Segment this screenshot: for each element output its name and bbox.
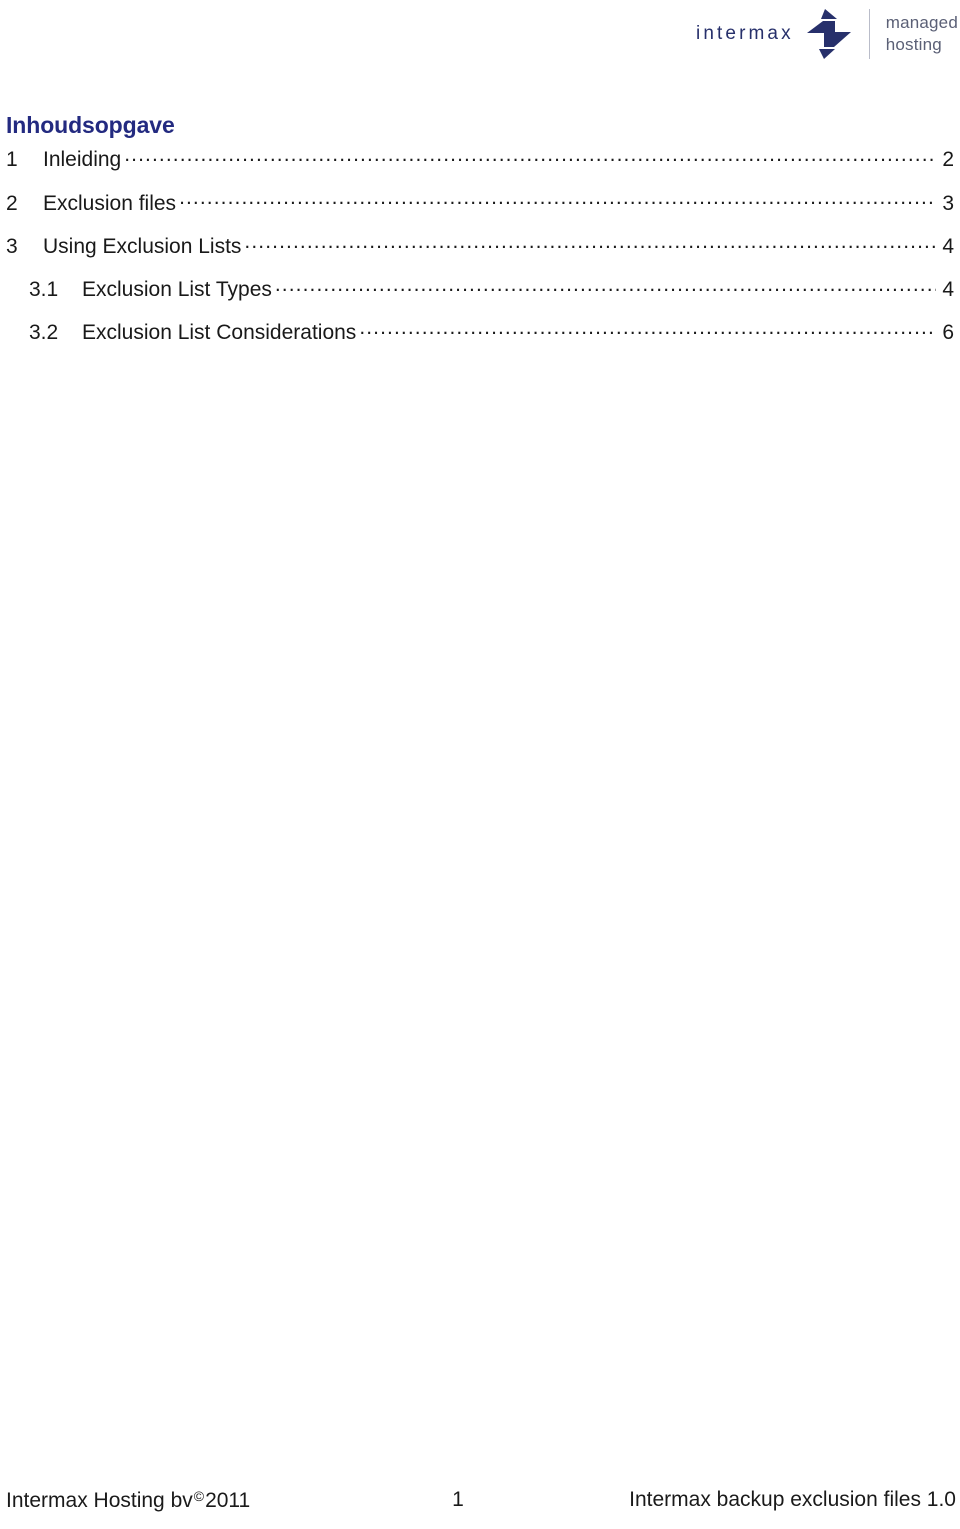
footer-document-title: Intermax backup exclusion files 1.0 [629, 1488, 956, 1511]
toc-dot-leader [359, 318, 936, 339]
toc-entry-number: 3 [6, 234, 18, 258]
toc-entry-label: Using Exclusion Lists [43, 234, 242, 258]
logo-divider [868, 9, 870, 59]
toc-entry-page: 4 [942, 234, 954, 258]
page-header: intermax managed hosting [0, 0, 960, 100]
toc-entry[interactable]: 3 Using Exclusion Lists 4 [6, 232, 954, 258]
toc-entry[interactable]: 3.1 Exclusion List Types 4 [6, 275, 954, 301]
toc-entry[interactable]: 2 Exclusion files 3 [6, 189, 954, 215]
toc-dot-leader [124, 145, 936, 166]
page-title: Inhoudsopgave [6, 112, 175, 138]
logo-tagline-line-2: hosting [885, 35, 942, 54]
toc-entry-number: 2 [6, 191, 18, 215]
toc-entry-label: Exclusion List Types [82, 278, 272, 302]
toc-entry-page: 3 [942, 191, 954, 215]
logo-wordmark: intermax [696, 22, 794, 44]
toc-entry-page: 4 [942, 278, 954, 302]
toc-entry-label: Exclusion files [43, 191, 177, 215]
toc-entry-number: 3.2 [29, 321, 59, 345]
toc-entry-page: 6 [942, 321, 954, 345]
toc-entry[interactable]: 3.2 Exclusion List Considerations 6 [6, 318, 954, 344]
toc-dot-leader [244, 232, 936, 253]
toc-dot-leader [275, 275, 936, 296]
toc-entry-page: 2 [942, 148, 954, 172]
logo-tagline: managed hosting [886, 12, 958, 56]
logo-tagline-line-1: managed [885, 13, 958, 33]
toc-entry-label: Inleiding [43, 148, 122, 172]
page-footer: Intermax Hosting bv©2011 1 Intermax back… [0, 1485, 960, 1515]
logo-arrows-svg [806, 9, 851, 59]
toc-entry-label: Exclusion List Considerations [82, 321, 357, 345]
intermax-logo: intermax managed hosting [696, 6, 958, 62]
intermax-arrows-logo-mark [803, 7, 855, 61]
table-of-contents: Inhoudsopgave 1 Inleiding 2 2 Exclusion … [6, 112, 954, 362]
toc-entry[interactable]: 1 Inleiding 2 [6, 145, 954, 171]
toc-entry-number: 1 [6, 148, 18, 172]
toc-entry-number: 3.1 [29, 278, 59, 302]
toc-dot-leader [179, 189, 936, 210]
